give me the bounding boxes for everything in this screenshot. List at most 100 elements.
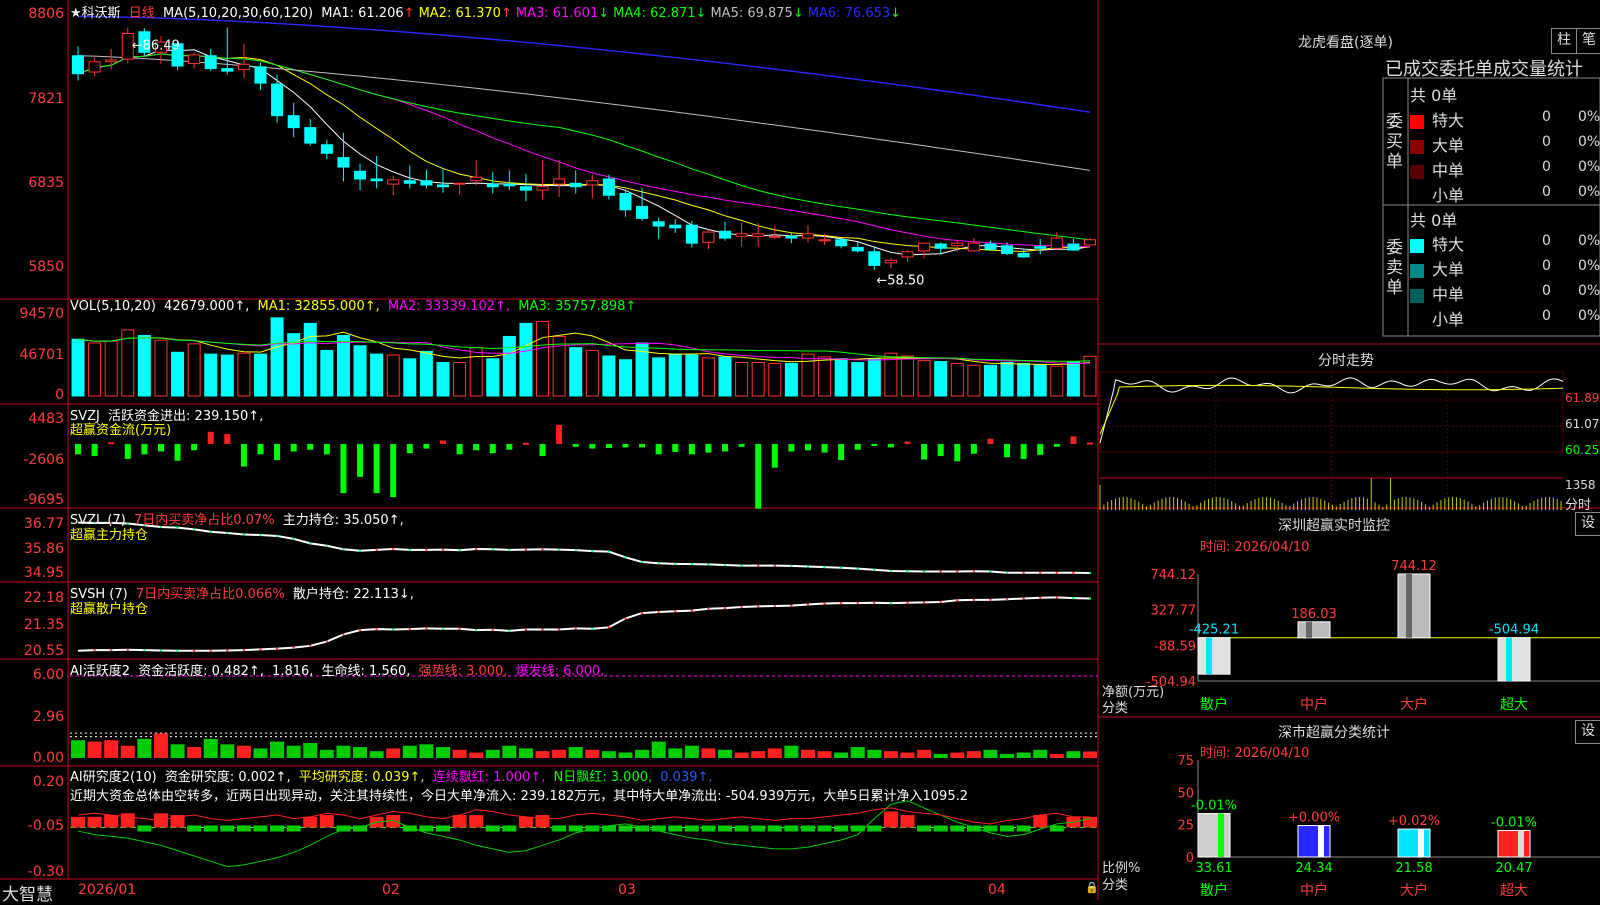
- retail-holding-line-point: [690, 609, 694, 612]
- retail-holding-line-point: [226, 649, 229, 652]
- activity-bar: [651, 741, 666, 758]
- classify-tick: 75: [1177, 754, 1194, 769]
- column-mode-button[interactable]: 柱: [1551, 28, 1577, 54]
- candle-body: [304, 127, 317, 144]
- fund-flow-bar: [1053, 443, 1060, 447]
- main-holding-line-point: [806, 565, 810, 568]
- retail-holding-line-point: [1022, 597, 1025, 600]
- activity-bar: [469, 752, 484, 758]
- main-holding-line-point: [508, 548, 511, 552]
- activity-bar: [1033, 749, 1048, 758]
- volume-bar: [320, 349, 334, 397]
- fund-flow-bar: [672, 443, 679, 453]
- volume-bar: [917, 360, 931, 397]
- vol-ma3: MA3: 35757.898↑: [518, 299, 637, 314]
- research-bar: [684, 825, 699, 832]
- fund-flow-bar: [473, 443, 480, 451]
- volume-bar: [353, 345, 367, 397]
- volume-bar: [801, 353, 815, 397]
- main-holding-line-point: [491, 548, 494, 551]
- main-holding-line-point: [408, 548, 412, 552]
- fund-flow-bar: [854, 443, 861, 450]
- fund-flow-bar: [937, 443, 944, 457]
- retail-holding-line-point: [458, 627, 461, 630]
- order-count: 0: [1542, 134, 1551, 150]
- classify-value-label: 20.47: [1495, 861, 1532, 876]
- candle-body: [271, 83, 284, 117]
- research-bar: [552, 825, 567, 832]
- retail-holding-line-point: [906, 601, 909, 604]
- order-pct: 0%: [1578, 283, 1600, 299]
- candle-body: [669, 224, 682, 229]
- research-bar: [1016, 825, 1031, 832]
- retail-holding-line-point: [392, 628, 395, 631]
- order-row: 中单: [1410, 281, 1464, 305]
- activity-bar: [767, 748, 782, 758]
- main-holding-line-point: [275, 534, 279, 538]
- main-holding-line-point: [856, 567, 859, 570]
- fund-flow-bar: [722, 443, 729, 452]
- classify-value-label: 24.34: [1295, 861, 1332, 876]
- order-count: 0: [1542, 308, 1551, 324]
- candle-body: [702, 231, 715, 243]
- activity-bar: [120, 745, 135, 758]
- candle-body: [918, 242, 931, 252]
- main-holding-line-point: [756, 564, 760, 567]
- fund-flow-bar: [406, 443, 413, 454]
- candle-body: [569, 182, 582, 188]
- research-bar: [502, 825, 517, 832]
- candle-body: [503, 183, 516, 187]
- activity-bar: [1049, 753, 1064, 758]
- ma-values: MA1: 61.206↑ MA2: 61.370↑ MA3: 61.601↓ MA4:…: [321, 6, 905, 21]
- ai1-prefix: AI活跃度2: [70, 664, 130, 679]
- lock-icon[interactable]: 🔒: [1085, 881, 1099, 894]
- order-pct: 0%: [1578, 159, 1600, 175]
- buy-total: 共 0单: [1410, 86, 1458, 105]
- monitor-bar-stripe: [1406, 574, 1412, 638]
- svzl-subtitle: 超赢主力持仓: [70, 524, 152, 543]
- ai1-tick: 2.96: [32, 709, 64, 725]
- volume-bar: [88, 342, 102, 397]
- candle-body: [188, 54, 201, 64]
- retail-holding-line-point: [441, 627, 445, 630]
- classify-settings-button[interactable]: 设: [1575, 720, 1600, 744]
- research-bar: [568, 825, 583, 832]
- candle-body: [785, 235, 798, 239]
- monitor-bar: [1497, 637, 1531, 682]
- candle-body: [204, 55, 217, 70]
- color-swatch: [1410, 288, 1424, 303]
- activity-bar: [1000, 753, 1015, 758]
- fund-flow-bar: [572, 443, 579, 447]
- chart-canvas[interactable]: ←86.49 ←58.50 744.12 327.77 -88.59 -504.94 -42…: [0, 0, 1600, 900]
- ma-value: MA2: 61.370↑: [418, 6, 512, 21]
- research-bar: [817, 825, 832, 832]
- classify-category-label: 超大: [1500, 883, 1528, 899]
- activity-bar: [668, 748, 683, 758]
- main-holding-line-point: [1022, 571, 1025, 574]
- research-bar: [253, 825, 268, 832]
- research-bar: [104, 815, 119, 828]
- activity-bar: [834, 752, 849, 758]
- period-label[interactable]: 日线: [129, 6, 155, 21]
- research-line: [77, 800, 1091, 868]
- retail-holding-line-point: [292, 646, 295, 649]
- volume-bar: [685, 354, 699, 397]
- volume-bar: [818, 356, 832, 397]
- main-holding-line-point: [342, 548, 345, 551]
- volume-bar: [1083, 355, 1097, 397]
- main-holding-line-point: [392, 547, 395, 551]
- activity-bar: [684, 745, 699, 758]
- order-count: 0: [1542, 233, 1551, 249]
- candle-body: [337, 157, 350, 168]
- order-count: 0: [1542, 159, 1551, 175]
- monitor-settings-button[interactable]: 设: [1575, 512, 1600, 536]
- stock-name[interactable]: ★科沃斯: [70, 6, 121, 21]
- retail-holding-line-point: [209, 649, 212, 652]
- candle-body: [652, 221, 665, 227]
- activity-bar: [485, 749, 500, 758]
- activity-bar: [635, 749, 650, 758]
- tick-mode-button[interactable]: 笔: [1576, 28, 1600, 54]
- candle-body: [835, 239, 848, 247]
- research-bar: [834, 825, 849, 832]
- candle-body: [470, 176, 483, 182]
